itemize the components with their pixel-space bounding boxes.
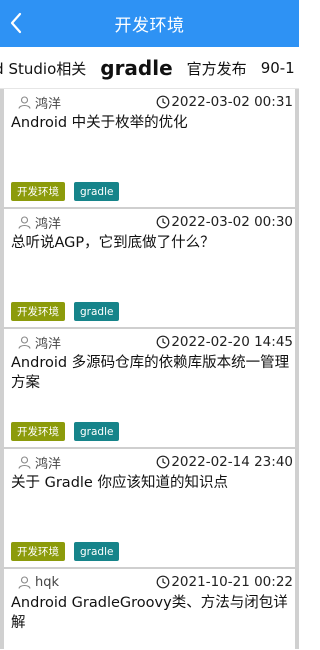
app-bar: 开发环境: [0, 0, 299, 47]
article-time: 2022-03-02 00:31: [171, 94, 293, 110]
tag-dev-env[interactable]: 开发环境: [11, 182, 65, 201]
article-title[interactable]: 关于 Gradle 你应该知道的知识点: [11, 473, 291, 493]
tag-gradle[interactable]: gradle: [74, 302, 120, 321]
article-card[interactable]: hqk 2021-10-21 00:22 Android GradleGroov…: [0, 569, 299, 649]
tab-android-studio[interactable]: roid Studio相关: [0, 58, 86, 79]
page-title: 开发环境: [114, 16, 185, 36]
article-card[interactable]: 鸿洋 2022-03-02 00:30 总听说AGP，它到底做了什么？ 开发环境…: [0, 209, 299, 329]
article-author[interactable]: 鸿洋: [35, 453, 61, 472]
chevron-left-icon: [10, 12, 22, 34]
tab-official-release[interactable]: 官方发布: [187, 58, 247, 79]
user-icon: [18, 95, 31, 109]
article-list: 鸿洋 2022-03-02 00:31 Android 中关于枚举的优化 开发环…: [0, 89, 299, 649]
user-icon: [18, 575, 31, 589]
article-time: 2022-02-14 23:40: [171, 454, 293, 470]
article-author[interactable]: 鸿洋: [35, 333, 61, 352]
article-time: 2022-03-02 00:30: [171, 214, 293, 230]
tag-dev-env[interactable]: 开发环境: [11, 302, 65, 321]
article-card[interactable]: 鸿洋 2022-03-02 00:31 Android 中关于枚举的优化 开发环…: [0, 89, 299, 209]
clock-icon: [156, 335, 170, 349]
tab-90-1[interactable]: 90-1: [261, 59, 295, 77]
clock-icon: [156, 575, 170, 589]
clock-icon: [156, 215, 170, 229]
article-title[interactable]: Android GradleGroovy类、方法与闭包详解: [11, 593, 291, 633]
tag-dev-env[interactable]: 开发环境: [11, 422, 65, 441]
tag-gradle[interactable]: gradle: [74, 422, 120, 441]
article-title[interactable]: 总听说AGP，它到底做了什么？: [11, 233, 291, 253]
tab-gradle[interactable]: gradle: [100, 56, 172, 80]
article-author[interactable]: 鸿洋: [35, 213, 61, 232]
article-title[interactable]: Android 多源码仓库的依赖库版本统一管理方案: [11, 353, 291, 393]
article-time: 2022-02-20 14:45: [171, 334, 293, 350]
user-icon: [18, 455, 31, 469]
back-button[interactable]: [4, 10, 28, 36]
tag-dev-env[interactable]: 开发环境: [11, 542, 65, 561]
article-author[interactable]: hqk: [35, 575, 59, 590]
user-icon: [18, 335, 31, 349]
clock-icon: [156, 95, 170, 109]
article-title[interactable]: Android 中关于枚举的优化: [11, 113, 291, 133]
clock-icon: [156, 455, 170, 469]
user-icon: [18, 215, 31, 229]
article-card[interactable]: 鸿洋 2022-02-14 23:40 关于 Gradle 你应该知道的知识点 …: [0, 449, 299, 569]
article-card[interactable]: 鸿洋 2022-02-20 14:45 Android 多源码仓库的依赖库版本统…: [0, 329, 299, 449]
tag-gradle[interactable]: gradle: [74, 542, 120, 561]
tag-gradle[interactable]: gradle: [74, 182, 120, 201]
article-author[interactable]: 鸿洋: [35, 93, 61, 112]
category-tabs: roid Studio相关 gradle 官方发布 90-1: [0, 47, 299, 89]
article-time: 2021-10-21 00:22: [171, 574, 293, 590]
